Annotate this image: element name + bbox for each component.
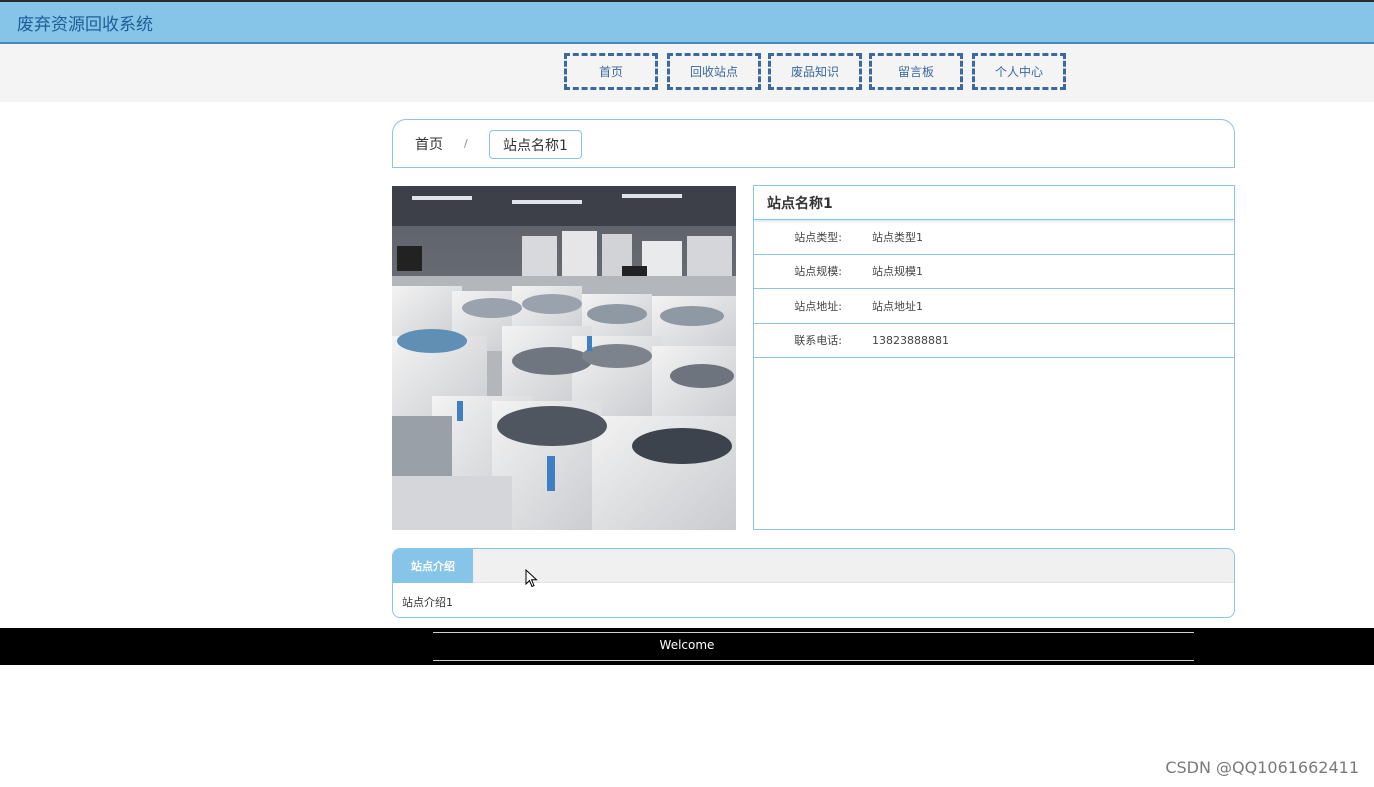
station-info-panel: 站点名称1 站点类型: 站点类型1 站点规模: 站点规模1 站点地址: 站点地址… (753, 185, 1235, 530)
csdn-watermark: CSDN @QQ1061662411 (1165, 758, 1359, 777)
station-type-value: 站点类型1 (872, 230, 923, 244)
info-row-type: 站点类型: 站点类型1 (754, 220, 1234, 255)
top-header-bar: 废弃资源回收系统 (0, 0, 1374, 44)
info-row-address: 站点地址: 站点地址1 (754, 289, 1234, 324)
station-scale-label: 站点规模: (794, 265, 842, 279)
info-row-phone: 联系电话: 13823888881 (754, 324, 1234, 358)
station-address-value: 站点地址1 (872, 299, 923, 313)
footer-divider-top (433, 632, 1194, 633)
contact-phone-label: 联系电话: (794, 334, 842, 348)
breadcrumb: 首页 / 站点名称1 (392, 119, 1235, 168)
footer-divider-bottom (433, 660, 1194, 661)
nav-waste-knowledge[interactable]: 废品知识 (768, 53, 862, 90)
breadcrumb-current: 站点名称1 (489, 130, 582, 159)
station-scale-value: 站点规模1 (872, 265, 923, 279)
footer-welcome-text: Welcome (659, 638, 715, 652)
intro-tab-bar: 站点介绍 (393, 549, 1234, 583)
station-photo (392, 186, 736, 530)
footer: Welcome (0, 628, 1374, 665)
station-address-label: 站点地址: (794, 299, 842, 313)
nav-recycle-stations[interactable]: 回收站点 (667, 53, 761, 90)
site-title[interactable]: 废弃资源回收系统 (17, 10, 153, 35)
station-intro-content: 站点介绍1 (402, 596, 453, 609)
station-name-title: 站点名称1 (754, 186, 1234, 220)
main-nav: 首页 回收站点 废品知识 留言板 个人中心 (0, 44, 1374, 102)
nav-home[interactable]: 首页 (564, 53, 658, 90)
breadcrumb-separator: / (464, 137, 468, 150)
tab-station-intro[interactable]: 站点介绍 (393, 549, 473, 583)
nav-personal-center[interactable]: 个人中心 (972, 53, 1066, 90)
breadcrumb-home-link[interactable]: 首页 (415, 134, 443, 154)
station-type-label: 站点类型: (794, 230, 842, 244)
station-intro-panel: 站点介绍 站点介绍1 (392, 548, 1235, 618)
info-row-scale: 站点规模: 站点规模1 (754, 255, 1234, 289)
nav-message-board[interactable]: 留言板 (869, 53, 963, 90)
station-photo-image (392, 186, 736, 530)
contact-phone-value: 13823888881 (872, 333, 949, 347)
mouse-cursor-icon (525, 568, 538, 592)
